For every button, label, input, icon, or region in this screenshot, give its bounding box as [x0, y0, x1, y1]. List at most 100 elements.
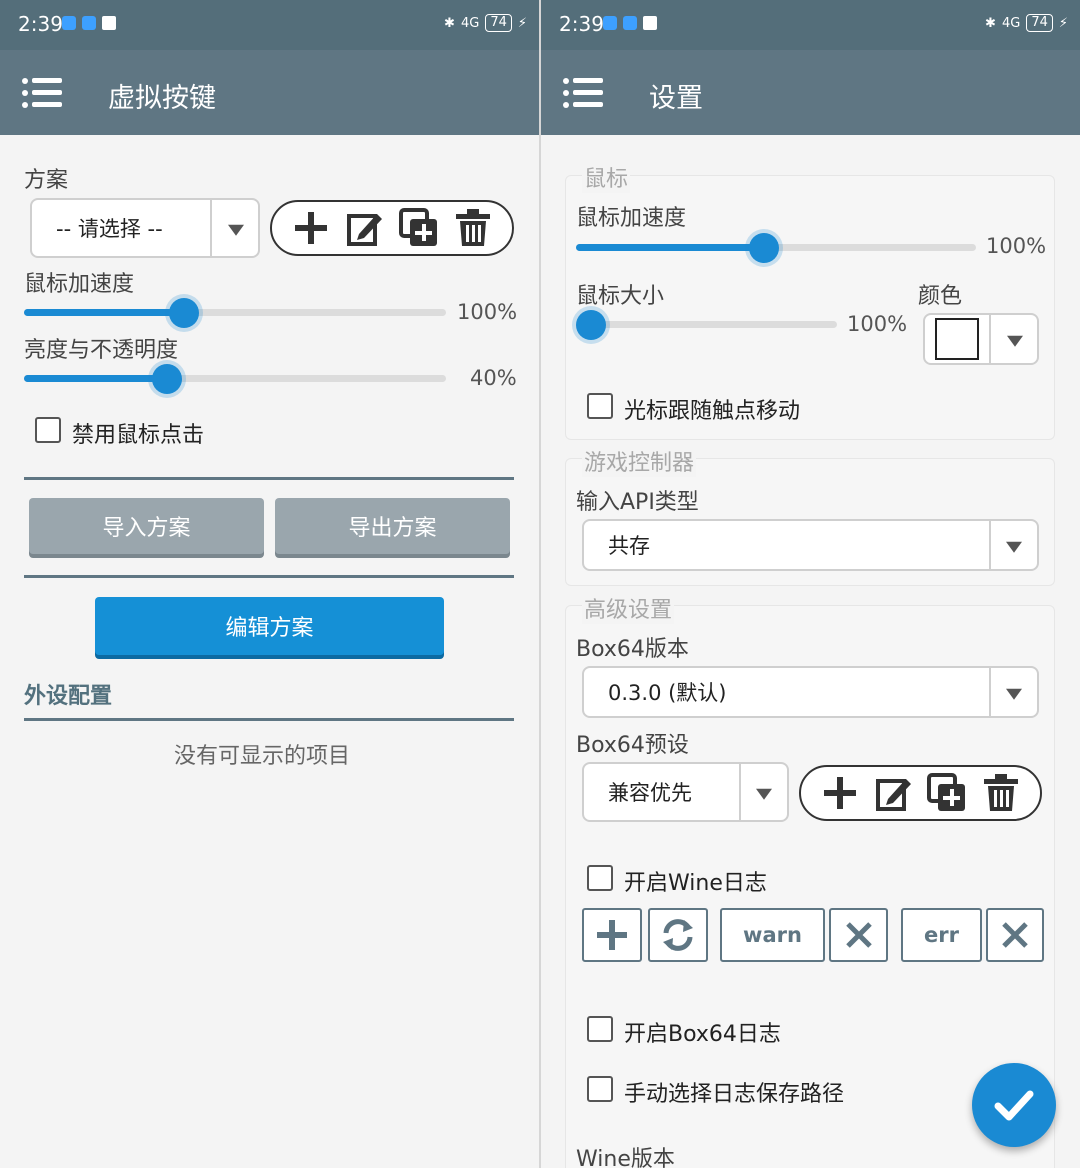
scheme-actions [270, 200, 514, 256]
mouse-speed-label: 鼠标加速度 [576, 206, 687, 231]
chevron-down-icon [1007, 335, 1023, 347]
chevron-down-icon [228, 224, 244, 236]
divider [24, 477, 514, 480]
virtual-keys-screen: 2:39 ✱ 4G 74 ⚡ 虚拟按键 方案 -- 请选择 -- 鼠标加速度 1… [0, 0, 539, 1168]
notification-icons [62, 16, 116, 30]
slider-thumb[interactable] [152, 364, 183, 394]
slider-thumb[interactable] [576, 310, 606, 340]
gamepad-section-title: 游戏控制器 [582, 445, 697, 477]
input-api-label: 输入API类型 [576, 490, 699, 515]
remove-err-button[interactable] [986, 908, 1044, 962]
scheme-select-value: -- 请选择 -- [56, 217, 163, 241]
app-toolbar: 设置 [541, 50, 1080, 135]
divider [24, 575, 514, 578]
add-icon [597, 920, 627, 950]
err-channel-button[interactable]: err [901, 908, 982, 962]
empty-list-text: 没有可显示的项目 [174, 744, 351, 769]
battery-icon: 74 [1026, 14, 1053, 32]
brightness-label: 亮度与不透明度 [24, 338, 179, 363]
box64-log-label: 开启Box64日志 [624, 1022, 781, 1047]
check-icon [994, 1090, 1034, 1121]
warn-channel-button[interactable]: warn [720, 908, 825, 962]
slider-thumb[interactable] [749, 233, 779, 263]
mouse-speed-slider[interactable] [24, 298, 446, 328]
box64-preset-select[interactable]: 兼容优先 [582, 762, 789, 822]
mouse-speed-slider[interactable] [576, 233, 976, 263]
slider-thumb[interactable] [169, 298, 200, 328]
duplicate-icon[interactable] [927, 773, 967, 813]
box64-preset-label: Box64预设 [576, 733, 689, 758]
wine-log-checkbox[interactable] [587, 865, 613, 891]
status-bar: 2:39 ✱ 4G 74 ⚡ [541, 0, 1080, 50]
box64-version-select[interactable]: 0.3.0 (默认) [582, 666, 1039, 718]
system-icons: ✱ 4G 74 ⚡ [444, 14, 527, 32]
app-toolbar: 虚拟按键 [0, 50, 539, 135]
bluetooth-icon: ✱ [444, 15, 455, 31]
edit-icon[interactable] [345, 208, 385, 248]
follow-touch-label: 光标跟随触点移动 [624, 399, 801, 424]
page-title: 设置 [649, 83, 703, 114]
close-icon [1002, 922, 1028, 948]
color-swatch [935, 318, 979, 360]
mouse-section-title: 鼠标 [582, 161, 631, 193]
chevron-down-icon [1006, 688, 1022, 700]
input-api-select[interactable]: 共存 [582, 519, 1039, 571]
status-bar: 2:39 ✱ 4G 74 ⚡ [0, 0, 539, 50]
page-title: 虚拟按键 [108, 83, 216, 114]
add-icon[interactable] [291, 208, 331, 248]
duplicate-icon[interactable] [399, 208, 439, 248]
menu-icon[interactable] [563, 76, 603, 110]
import-scheme-button[interactable]: 导入方案 [29, 498, 264, 554]
menu-icon[interactable] [22, 76, 62, 110]
close-icon [845, 922, 872, 948]
system-icons: ✱ 4G 74 ⚡ [985, 14, 1068, 32]
settings-screen: 2:39 ✱ 4G 74 ⚡ 设置 鼠标 鼠标加速度 100% 鼠标大小 颜色 … [541, 0, 1080, 1168]
follow-touch-checkbox[interactable] [587, 393, 613, 419]
wine-log-label: 开启Wine日志 [624, 871, 767, 896]
add-log-channel-button[interactable] [582, 908, 642, 962]
input-api-value: 共存 [608, 534, 650, 558]
cursor-color-picker[interactable] [923, 313, 1039, 365]
delete-icon[interactable] [981, 773, 1021, 813]
brightness-value: 40% [470, 366, 517, 390]
delete-icon[interactable] [453, 208, 493, 248]
mouse-speed-label: 鼠标加速度 [24, 272, 135, 297]
mouse-size-value: 100% [847, 312, 908, 336]
refresh-log-button[interactable] [648, 908, 708, 962]
chevron-down-icon [1006, 541, 1022, 553]
divider [24, 718, 514, 721]
add-icon[interactable] [820, 773, 860, 813]
signal-icon: 4G [1001, 15, 1021, 31]
color-label: 颜色 [918, 284, 963, 309]
manual-log-path-checkbox[interactable] [587, 1076, 613, 1102]
brightness-slider[interactable] [24, 364, 446, 394]
chevron-down-icon [756, 788, 772, 800]
box64-log-checkbox[interactable] [587, 1016, 613, 1042]
charging-icon: ⚡ [517, 15, 527, 31]
charging-icon: ⚡ [1058, 15, 1068, 31]
edit-icon[interactable] [874, 773, 914, 813]
mouse-speed-value: 100% [986, 234, 1047, 258]
wine-version-label: Wine版本 [576, 1147, 675, 1168]
box64-version-value: 0.3.0 (默认) [608, 681, 727, 705]
notification-icons [603, 16, 657, 30]
peripheral-config-heading: 外设配置 [24, 684, 113, 709]
export-scheme-button[interactable]: 导出方案 [275, 498, 510, 554]
disable-click-checkbox[interactable] [35, 417, 61, 443]
confirm-fab[interactable] [972, 1063, 1056, 1147]
status-time: 2:39 [18, 12, 63, 36]
mouse-size-label: 鼠标大小 [576, 284, 665, 309]
edit-scheme-button[interactable]: 编辑方案 [95, 597, 444, 655]
advanced-section-title: 高级设置 [582, 592, 675, 624]
box64-version-label: Box64版本 [576, 637, 689, 662]
scheme-select[interactable]: -- 请选择 -- [30, 198, 260, 258]
remove-warn-button[interactable] [829, 908, 888, 962]
bluetooth-icon: ✱ [985, 15, 996, 31]
disable-click-label: 禁用鼠标点击 [72, 423, 205, 448]
refresh-icon [663, 919, 693, 951]
status-time: 2:39 [559, 12, 604, 36]
box64-preset-value: 兼容优先 [608, 781, 692, 805]
mouse-size-slider[interactable] [576, 310, 837, 340]
signal-icon: 4G [460, 15, 480, 31]
scheme-label: 方案 [24, 168, 69, 193]
